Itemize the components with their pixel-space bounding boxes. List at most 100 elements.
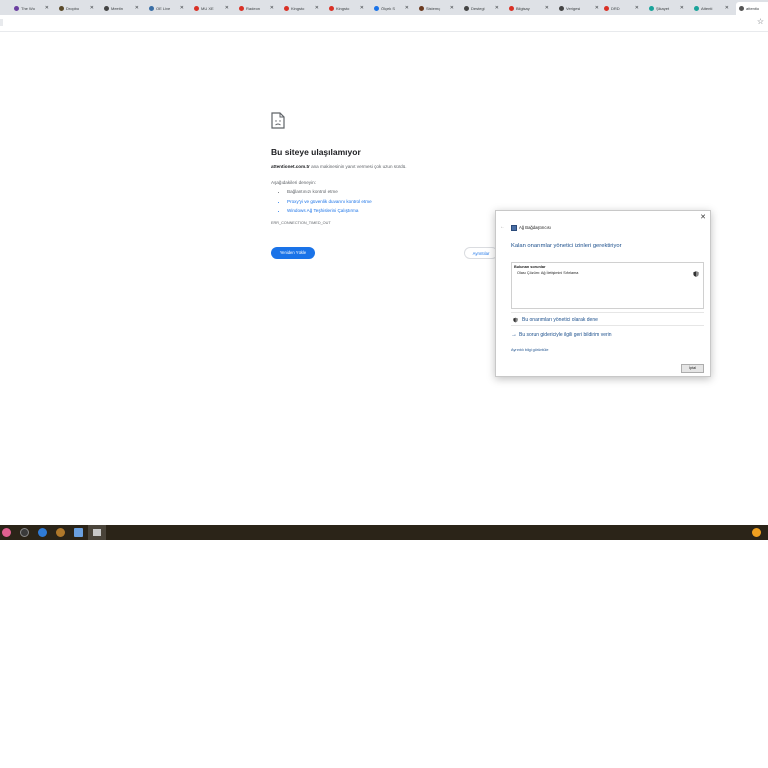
tab-2[interactable]: Meetin ✕ <box>101 2 141 15</box>
tab-title: attentio <box>746 6 760 11</box>
tab-close-icon[interactable]: ✕ <box>225 2 229 15</box>
tab-favicon-icon <box>649 6 654 11</box>
tab-close-icon[interactable]: ✕ <box>595 2 599 15</box>
tab-12[interactable]: Verigesi ✕ <box>556 2 601 15</box>
dialog-app-title: Ağ Bağdaştırıcısı <box>519 225 551 230</box>
tab-favicon-icon <box>374 6 379 11</box>
tab-5[interactable]: Radeon ✕ <box>236 2 276 15</box>
tab-title: DRD <box>611 6 620 11</box>
tab-favicon-icon <box>509 6 514 11</box>
tab-close-icon[interactable]: ✕ <box>315 2 319 15</box>
suggestion-run-diagnostics-link[interactable]: Windows Ağ Teşhislerini Çalıştırma <box>287 206 372 216</box>
tray-status-icon[interactable] <box>752 528 761 537</box>
network-adapter-icon <box>511 225 517 231</box>
cancel-button[interactable]: İptal <box>681 364 704 373</box>
tab-close-icon[interactable]: ✕ <box>90 2 94 15</box>
bookmark-star-icon[interactable]: ☆ <box>757 17 764 26</box>
tab-title: Destegi <box>471 6 485 11</box>
tab-close-icon[interactable]: ✕ <box>360 2 364 15</box>
tab-favicon-icon <box>284 6 289 11</box>
tab-13[interactable]: DRD ✕ <box>601 2 641 15</box>
tab-close-icon[interactable]: ✕ <box>450 2 454 15</box>
arrow-right-icon: → <box>511 332 517 338</box>
tab-close-icon[interactable]: ✕ <box>180 2 184 15</box>
suggestions-label: Aşağıdakileri deneyin: <box>271 180 316 185</box>
error-code: ERR_CONNECTION_TIMED_OUT <box>271 221 331 225</box>
tab-7[interactable]: Kingsto ✕ <box>326 2 366 15</box>
tab-14[interactable]: Şikayet ✕ <box>646 2 686 15</box>
tab-16-active[interactable]: attentio <box>736 2 768 15</box>
tab-6[interactable]: Kingsto ✕ <box>281 2 321 15</box>
address-bar-row: ☆ <box>0 15 768 32</box>
taskbar <box>0 525 768 540</box>
tab-0[interactable]: The Wo ✕ <box>11 2 51 15</box>
admin-shield-icon <box>693 271 699 277</box>
taskbar-app-icon[interactable] <box>2 528 11 537</box>
suggestion-check-proxy-link[interactable]: Proxy'yi ve güvenlik duvarını kontrol et… <box>287 197 372 207</box>
tab-10[interactable]: Destegi ✕ <box>461 2 501 15</box>
tab-title: Kingsto <box>291 6 305 11</box>
tab-8[interactable]: Ölçek S ✕ <box>371 2 411 15</box>
tab-close-icon[interactable]: ✕ <box>405 2 409 15</box>
problems-found-heading: Bulunan sorunlar <box>514 265 546 269</box>
tab-title: Radeon <box>246 6 261 11</box>
tab-close-icon[interactable]: ✕ <box>545 2 549 15</box>
tab-favicon-icon <box>559 6 564 11</box>
network-diagnostics-taskbar-icon <box>93 529 101 536</box>
tab-title: Sistemç <box>426 6 441 11</box>
sad-document-icon <box>271 112 285 129</box>
tab-close-icon[interactable]: ✕ <box>680 2 684 15</box>
tab-title: Şikayet <box>656 6 670 11</box>
suggestion-check-connection: Bağlantınızı kontrol etme <box>287 187 372 197</box>
taskbar-app-icon[interactable] <box>56 528 65 537</box>
tab-close-icon[interactable]: ✕ <box>45 2 49 15</box>
tab-title: Bilgisay <box>516 6 530 11</box>
suggestions-list: Bağlantınızı kontrol etme Proxy'yi ve gü… <box>280 187 372 216</box>
details-button[interactable]: Ayrıntılar <box>464 247 498 259</box>
tab-favicon-icon <box>329 6 334 11</box>
tab-favicon-icon <box>149 6 154 11</box>
address-bar-edge[interactable] <box>0 19 3 26</box>
tab-4[interactable]: MU XE ✕ <box>191 2 231 15</box>
tab-favicon-icon <box>194 6 199 11</box>
tab-favicon-icon <box>59 6 64 11</box>
chrome-taskbar-icon[interactable] <box>20 528 29 537</box>
back-arrow-icon[interactable]: ← <box>500 224 505 230</box>
tab-title: Kingsto <box>336 6 350 11</box>
tab-favicon-icon <box>239 6 244 11</box>
error-description-text: ana makinesinin yanıt vermesi çok uzun s… <box>309 164 407 169</box>
problems-found-panel: Bulunan sorunlar Olası Çözüm: Ağ İletişi… <box>511 262 704 309</box>
error-description: attentionet.com.tr ana makinesinin yanıt… <box>271 164 407 169</box>
tab-favicon-icon <box>604 6 609 11</box>
tab-11[interactable]: Bilgisay ✕ <box>506 2 551 15</box>
tab-close-icon[interactable]: ✕ <box>725 2 729 15</box>
tab-3[interactable]: OE Live ✕ <box>146 2 186 15</box>
tab-title: Attenti <box>701 6 713 11</box>
dialog-heading: Kalan onarımlar yönetici izinleri gerekt… <box>511 243 622 249</box>
edge-taskbar-icon[interactable] <box>38 528 47 537</box>
tab-favicon-icon <box>14 6 19 11</box>
network-troubleshooter-dialog: ✕ ← Ağ Bağdaştırıcısı Kalan onarımlar yö… <box>495 210 711 377</box>
tab-title: Dropbo <box>66 6 80 11</box>
try-as-admin-option[interactable]: Bu onarımları yönetici olarak dene <box>511 312 704 326</box>
tab-title: Meetin <box>111 6 124 11</box>
close-icon[interactable]: ✕ <box>700 213 706 221</box>
tab-1[interactable]: Dropbo ✕ <box>56 2 96 15</box>
taskbar-app-icon[interactable] <box>74 528 83 537</box>
reload-button[interactable]: Yeniden Yükle <box>271 247 315 259</box>
tab-15[interactable]: Attenti ✕ <box>691 2 731 15</box>
more-info-link[interactable]: Ayrıntılı bilgi görüntüle <box>511 348 549 352</box>
tab-title: Ölçek S <box>381 6 396 11</box>
tab-close-icon[interactable]: ✕ <box>135 2 139 15</box>
tab-close-icon[interactable]: ✕ <box>270 2 274 15</box>
admin-shield-icon <box>513 317 518 323</box>
tab-close-icon[interactable]: ✕ <box>635 2 639 15</box>
tab-favicon-icon <box>464 6 469 11</box>
tab-favicon-icon <box>739 6 744 11</box>
tab-close-icon[interactable]: ✕ <box>495 2 499 15</box>
feedback-option[interactable]: → Bu sorun gidericiyle ilgili geri bildir… <box>511 332 612 338</box>
active-taskbar-item[interactable] <box>88 525 106 540</box>
tab-9[interactable]: Sistemç ✕ <box>416 2 456 15</box>
error-host: attentionet.com.tr <box>271 164 310 169</box>
tab-favicon-icon <box>419 6 424 11</box>
